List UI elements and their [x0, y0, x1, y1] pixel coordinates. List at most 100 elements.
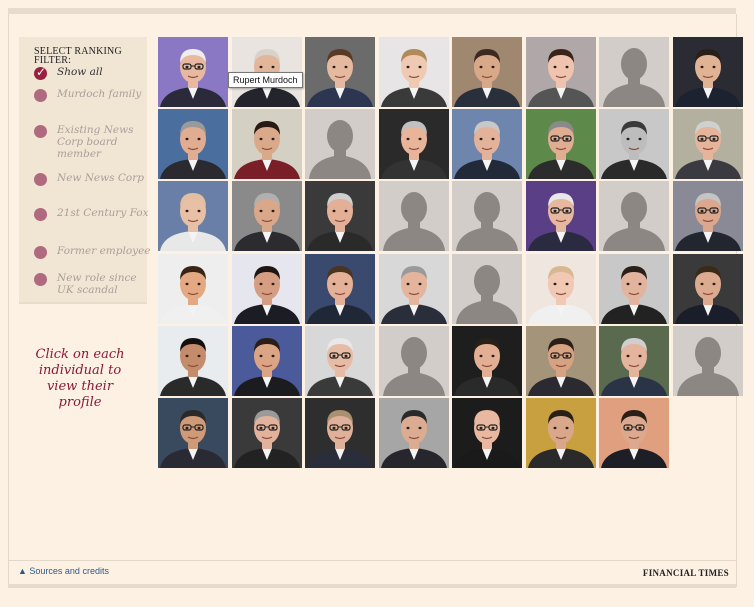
portrait-tile[interactable]	[305, 37, 375, 107]
portrait-placeholder[interactable]	[599, 37, 669, 107]
portrait-placeholder[interactable]	[305, 109, 375, 180]
radio-checked-icon[interactable]: ✓	[34, 65, 47, 80]
person-photo	[672, 181, 743, 252]
portrait-tile[interactable]	[599, 253, 669, 324]
person-photo	[305, 181, 375, 252]
sources-and-credits-link[interactable]: ▲ Sources and credits	[18, 566, 109, 576]
bottom-border	[8, 584, 736, 588]
silhouette-icon	[599, 181, 669, 252]
portrait-tile[interactable]	[452, 325, 522, 396]
portrait-placeholder[interactable]	[452, 253, 522, 324]
person-photo	[378, 37, 449, 107]
portrait-tile[interactable]	[158, 253, 228, 324]
portrait-tile[interactable]	[525, 37, 596, 107]
radio-icon[interactable]	[34, 246, 47, 259]
portrait-placeholder[interactable]	[672, 325, 743, 396]
person-photo	[452, 325, 522, 396]
instruction-text: Click on each individual to view their p…	[35, 347, 125, 410]
radio-icon[interactable]	[34, 125, 47, 138]
portrait-placeholder[interactable]	[378, 181, 449, 252]
portrait-tile[interactable]	[231, 253, 302, 324]
portrait-tile[interactable]	[305, 325, 375, 396]
portrait-tile[interactable]	[378, 37, 449, 107]
portrait-tile[interactable]	[158, 37, 228, 107]
person-photo	[158, 109, 228, 180]
portrait-tile[interactable]	[452, 37, 522, 107]
person-photo	[158, 325, 228, 396]
portrait-tile[interactable]	[378, 109, 449, 180]
portrait-tile[interactable]	[231, 181, 302, 252]
portrait-placeholder[interactable]	[378, 325, 449, 396]
filter-title: SELECT RANKING FILTER:	[34, 46, 122, 66]
filter-option-label: Former employee	[57, 245, 151, 257]
portrait-tile[interactable]	[378, 253, 449, 324]
portrait-tile[interactable]	[158, 181, 228, 252]
portrait-tile[interactable]	[305, 253, 375, 324]
portrait-tile[interactable]	[525, 181, 596, 252]
portrait-placeholder[interactable]	[452, 181, 522, 252]
person-photo	[305, 325, 375, 396]
portrait-tile[interactable]	[231, 109, 302, 180]
person-photo	[231, 109, 302, 180]
person-photo	[378, 398, 449, 468]
portrait-tile[interactable]	[525, 253, 596, 324]
person-photo	[599, 398, 669, 468]
person-photo	[158, 253, 228, 324]
silhouette-icon	[378, 325, 449, 396]
portrait-tile[interactable]	[452, 398, 522, 468]
silhouette-icon	[305, 109, 375, 180]
person-photo	[158, 398, 228, 468]
portrait-tile[interactable]	[158, 325, 228, 396]
filter-option-label: Show all	[57, 66, 103, 78]
portrait-tile[interactable]	[158, 109, 228, 180]
name-tooltip: Rupert Murdoch	[228, 72, 303, 88]
filter-option-label: 21st Century Fox	[57, 207, 149, 219]
ranking-filter-panel: SELECT RANKING FILTER: ✓ Show all Murdoch …	[19, 37, 151, 304]
person-photo	[231, 325, 302, 396]
person-photo	[452, 398, 522, 468]
portrait-tile[interactable]	[672, 253, 743, 324]
person-photo	[599, 253, 669, 324]
portrait-tile[interactable]	[672, 181, 743, 252]
portrait-tile[interactable]	[525, 398, 596, 468]
portrait-placeholder[interactable]	[599, 181, 669, 252]
portrait-tile[interactable]	[158, 398, 228, 468]
filter-option-label: Existing News Corp board member	[57, 124, 134, 160]
portrait-tile[interactable]	[231, 325, 302, 396]
person-photo	[672, 253, 743, 324]
portrait-tile[interactable]	[672, 109, 743, 180]
person-photo	[599, 325, 669, 396]
portrait-tile[interactable]	[231, 398, 302, 468]
portrait-tile[interactable]	[378, 398, 449, 468]
person-photo	[452, 37, 522, 107]
filter-option-label: New role since UK scandal	[57, 272, 137, 296]
person-photo	[231, 398, 302, 468]
filter-option-label: New News Corp	[57, 172, 144, 184]
person-photo	[305, 253, 375, 324]
radio-icon[interactable]	[34, 173, 47, 186]
person-photo	[672, 109, 743, 180]
radio-icon[interactable]	[34, 89, 47, 102]
radio-icon[interactable]	[34, 208, 47, 221]
portrait-tile[interactable]	[452, 109, 522, 180]
portrait-tile[interactable]	[305, 181, 375, 252]
person-photo	[305, 37, 375, 107]
checkmark-icon: ✓	[36, 65, 47, 79]
silhouette-icon	[452, 181, 522, 252]
radio-icon[interactable]	[34, 273, 47, 286]
person-photo	[525, 398, 596, 468]
silhouette-icon	[599, 37, 669, 107]
silhouette-icon	[378, 181, 449, 252]
person-photo	[231, 253, 302, 324]
portrait-tile[interactable]	[305, 398, 375, 468]
footer-divider	[8, 560, 736, 561]
portrait-tile[interactable]	[599, 398, 669, 468]
portrait-tile[interactable]	[599, 325, 669, 396]
portrait-tile[interactable]	[525, 109, 596, 180]
person-photo	[525, 181, 596, 252]
portrait-tile[interactable]	[599, 109, 669, 180]
person-photo	[599, 109, 669, 180]
portrait-tile[interactable]	[525, 325, 596, 396]
portrait-tile[interactable]	[672, 37, 743, 107]
person-photo	[158, 37, 228, 107]
